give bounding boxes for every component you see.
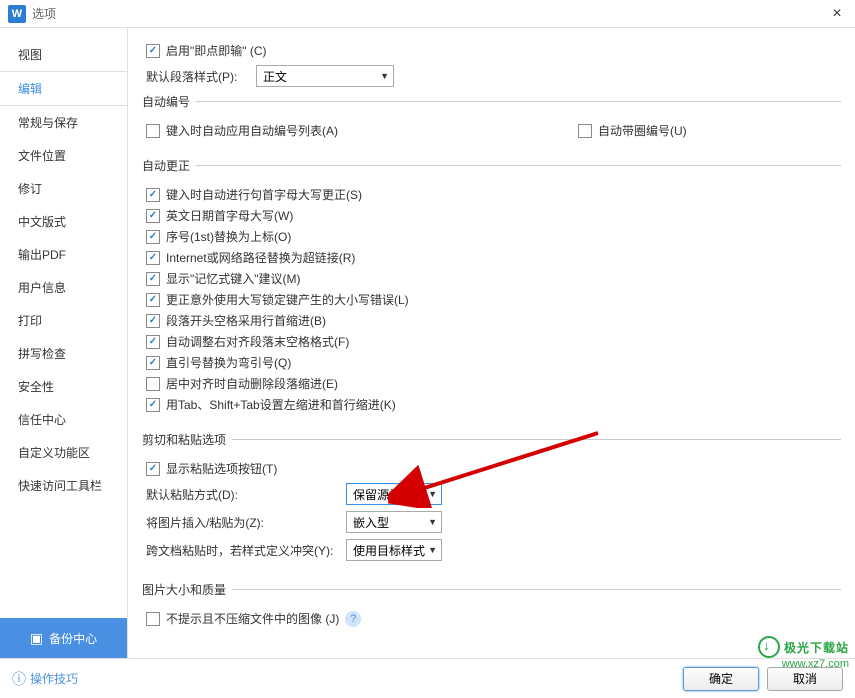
dropdown-default-paragraph-value: 正文 (263, 68, 380, 85)
label-show-paste-options: 显示粘贴选项按钮(T) (166, 460, 277, 477)
body-area: 视图 编辑 常规与保存 文件位置 修订 中文版式 输出PDF 用户信息 打印 拼… (0, 28, 855, 658)
sidebar-item-chinese-layout[interactable]: 中文版式 (0, 205, 127, 238)
label-ac3: 序号(1st)替换为上标(O) (166, 228, 291, 245)
checkbox-ac1[interactable] (146, 188, 160, 202)
label-default-paste: 默认粘贴方式(D): (146, 486, 336, 503)
sidebar-item-edit[interactable]: 编辑 (0, 72, 127, 106)
label-insert-image-as: 将图片插入/粘贴为(Z): (146, 514, 336, 531)
sidebar-item-spellcheck[interactable]: 拼写检查 (0, 337, 127, 370)
titlebar: W 选项 × (0, 0, 855, 28)
sidebar-items: 视图 编辑 常规与保存 文件位置 修订 中文版式 输出PDF 用户信息 打印 拼… (0, 38, 127, 618)
row-autonumber-circle: 自动带圈编号(U) (578, 122, 687, 139)
group-autocorrect: 自动更正 键入时自动进行句首字母大写更正(S) 英文日期首字母大写(W) 序号(… (142, 157, 841, 417)
label-cross-doc-paste: 跨文档粘贴时，若样式定义冲突(Y): (146, 542, 336, 559)
row-default-paragraph: 默认段落样式(P): 正文 ▼ (146, 65, 841, 87)
dropdown-cross-doc-paste-value: 使用目标样式 (353, 542, 428, 559)
backup-icon: ▣ (30, 630, 43, 647)
label-ac6: 更正意外使用大写锁定键产生的大小写错误(L) (166, 291, 409, 308)
label-default-paragraph: 默认段落样式(P): (146, 68, 246, 85)
help-icon[interactable]: ? (345, 611, 361, 627)
label-ac5: 显示"记忆式键入"建议(M) (166, 270, 301, 287)
sidebar-item-revision[interactable]: 修订 (0, 172, 127, 205)
chevron-down-icon: ▼ (428, 489, 437, 499)
checkbox-ac6[interactable] (146, 293, 160, 307)
dropdown-default-paragraph[interactable]: 正文 ▼ (256, 65, 394, 87)
backup-label: 备份中心 (49, 630, 97, 647)
checkbox-ac2[interactable] (146, 209, 160, 223)
checkbox-autonumber-circle[interactable] (578, 124, 592, 138)
checkbox-autonumber-apply[interactable] (146, 124, 160, 138)
dropdown-default-paste[interactable]: 保留源格式 ▼ (346, 483, 442, 505)
checkbox-ac8[interactable] (146, 335, 160, 349)
label-ac8: 自动调整右对齐段落末空格格式(F) (166, 333, 349, 350)
group-cutpaste: 剪切和粘贴选项 显示粘贴选项按钮(T) 默认粘贴方式(D): 保留源格式 ▼ 将… (142, 431, 841, 567)
label-ac1: 键入时自动进行句首字母大写更正(S) (166, 186, 362, 203)
row-click-type: 启用"即点即输" (C) (142, 42, 841, 59)
sidebar-item-export-pdf[interactable]: 输出PDF (0, 238, 127, 271)
sidebar-item-custom-ribbon[interactable]: 自定义功能区 (0, 436, 127, 469)
footer: ⓘ 操作技巧 确定 取消 (0, 658, 855, 698)
sidebar-item-trust-center[interactable]: 信任中心 (0, 403, 127, 436)
label-ac10: 居中对齐时自动删除段落缩进(E) (166, 375, 338, 392)
label-ac11: 用Tab、Shift+Tab设置左缩进和首行缩进(K) (166, 396, 396, 413)
label-ac4: Internet或网络路径替换为超链接(R) (166, 249, 355, 266)
label-no-compress-image: 不提示且不压缩文件中的图像 (J) (166, 610, 339, 627)
app-icon: W (8, 5, 26, 23)
lightbulb-icon: ⓘ (12, 669, 26, 689)
checkbox-show-paste-options[interactable] (146, 462, 160, 476)
sidebar-item-quick-access[interactable]: 快速访问工具栏 (0, 469, 127, 502)
sidebar-item-general-save[interactable]: 常规与保存 (0, 106, 127, 139)
label-ac2: 英文日期首字母大写(W) (166, 207, 293, 224)
group-autonumber: 自动编号 键入时自动应用自动编号列表(A) 自动带圈编号(U) (142, 93, 841, 143)
label-autonumber-circle: 自动带圈编号(U) (598, 122, 687, 139)
sidebar-item-print[interactable]: 打印 (0, 304, 127, 337)
dropdown-default-paste-value: 保留源格式 (353, 486, 428, 503)
legend-cutpaste: 剪切和粘贴选项 (142, 431, 232, 448)
group-image-quality: 图片大小和质量 不提示且不压缩文件中的图像 (J) ? (142, 581, 841, 631)
chevron-down-icon: ▼ (428, 545, 437, 555)
ok-button[interactable]: 确定 (683, 667, 759, 691)
dropdown-cross-doc-paste[interactable]: 使用目标样式 ▼ (346, 539, 442, 561)
sidebar-item-file-location[interactable]: 文件位置 (0, 139, 127, 172)
label-ac9: 直引号替换为弯引号(Q) (166, 354, 291, 371)
checkbox-ac9[interactable] (146, 356, 160, 370)
legend-image-quality: 图片大小和质量 (142, 581, 232, 598)
backup-center-button[interactable]: ▣ 备份中心 (0, 618, 127, 658)
sidebar-item-user-info[interactable]: 用户信息 (0, 271, 127, 304)
tips-label: 操作技巧 (30, 670, 78, 687)
dropdown-insert-image-as-value: 嵌入型 (353, 514, 428, 531)
checkbox-ac11[interactable] (146, 398, 160, 412)
checkbox-click-type[interactable] (146, 44, 160, 58)
tips-link[interactable]: ⓘ 操作技巧 (12, 669, 78, 689)
content-panel: 启用"即点即输" (C) 默认段落样式(P): 正文 ▼ 自动编号 键入时自动应… (128, 28, 855, 658)
label-click-type: 启用"即点即输" (C) (166, 42, 267, 59)
label-ac7: 段落开头空格采用行首缩进(B) (166, 312, 326, 329)
label-autonumber-apply: 键入时自动应用自动编号列表(A) (166, 122, 338, 139)
checkbox-ac3[interactable] (146, 230, 160, 244)
checkbox-ac5[interactable] (146, 272, 160, 286)
checkbox-ac4[interactable] (146, 251, 160, 265)
row-autonumber: 键入时自动应用自动编号列表(A) 自动带圈编号(U) (142, 122, 841, 139)
checkbox-no-compress-image[interactable] (146, 612, 160, 626)
window-title: 选项 (32, 5, 827, 22)
cancel-button[interactable]: 取消 (767, 667, 843, 691)
chevron-down-icon: ▼ (380, 71, 389, 81)
checkbox-ac10[interactable] (146, 377, 160, 391)
sidebar-item-view[interactable]: 视图 (0, 38, 127, 72)
checkbox-ac7[interactable] (146, 314, 160, 328)
dropdown-insert-image-as[interactable]: 嵌入型 ▼ (346, 511, 442, 533)
legend-autonumber: 自动编号 (142, 93, 196, 110)
close-icon[interactable]: × (827, 5, 847, 23)
sidebar: 视图 编辑 常规与保存 文件位置 修订 中文版式 输出PDF 用户信息 打印 拼… (0, 28, 128, 658)
chevron-down-icon: ▼ (428, 517, 437, 527)
sidebar-item-security[interactable]: 安全性 (0, 370, 127, 403)
legend-autocorrect: 自动更正 (142, 157, 196, 174)
